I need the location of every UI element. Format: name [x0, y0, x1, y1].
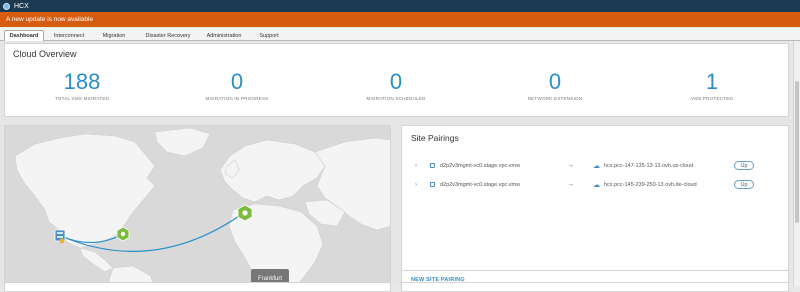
cloud-overview-title: Cloud Overview: [13, 49, 77, 59]
pairing-source: d2p2v3mgmt-vc0.stage.vpc.vmw: [440, 163, 521, 169]
tab-support[interactable]: Support: [253, 30, 285, 41]
arrow-right-icon: →: [567, 162, 574, 169]
world-map[interactable]: [5, 126, 391, 291]
tab-label: Disaster Recovery: [145, 32, 191, 39]
stat-label: TOTAL VMS MIGRATED: [54, 96, 110, 101]
stat-migration-in-progress[interactable]: 0 MIGRATION IN PROGRESS: [182, 69, 292, 102]
scrollbar-thumb[interactable]: [795, 81, 799, 223]
cloud-site-icon[interactable]: [116, 226, 130, 242]
tab-disaster-recovery[interactable]: Disaster Recovery: [138, 30, 198, 41]
site-pairings-card: Site Pairings › d2p2v3mgmt-vc0.stage.vpc…: [401, 125, 789, 271]
pairing-target: hcx.pcc-147-135-13-13.ovh.us-cloud: [604, 163, 694, 169]
chevron-right-icon[interactable]: ›: [415, 182, 417, 188]
bottom-card-right: [401, 282, 789, 292]
tab-migration[interactable]: Migration: [96, 30, 132, 41]
vcenter-icon: [430, 182, 435, 187]
tab-label: Interconnect: [53, 32, 85, 39]
stat-value: 1: [705, 69, 719, 94]
app-title: HCX: [14, 2, 29, 10]
stat-total-vms-migrated[interactable]: 188 TOTAL VMS MIGRATED: [27, 69, 137, 102]
dashboard-page: Cloud Overview 188 TOTAL VMS MIGRATED 0 …: [0, 41, 800, 291]
cloud-icon: ☁: [593, 182, 600, 189]
main-tab-bar: Dashboard Interconnect Migration Disaste…: [0, 28, 800, 41]
cloud-overview-card: Cloud Overview 188 TOTAL VMS MIGRATED 0 …: [4, 43, 789, 117]
page-scrollbar[interactable]: [793, 41, 800, 286]
hcx-logo-icon: [3, 2, 10, 10]
stat-value: 188: [63, 69, 101, 94]
tab-label: Support: [259, 32, 279, 39]
map-central-america: [79, 247, 114, 273]
site-pairings-title: Site Pairings: [411, 133, 459, 143]
status-badge: Up: [734, 180, 754, 189]
stat-network-extension[interactable]: 0 NETWORK EXTENSION: [500, 69, 610, 102]
tab-administration[interactable]: Administration: [201, 30, 247, 41]
cloud-site-icon[interactable]: [237, 204, 253, 222]
update-banner-text: A new update is now available: [6, 16, 94, 23]
app-title-bar: HCX: [0, 0, 800, 12]
stat-label: VMS PROTECTED: [690, 96, 734, 101]
arrow-right-icon: →: [567, 181, 574, 188]
site-pairing-row[interactable]: › d2p2v3mgmt-vc0.stage.vpc.vmw → ☁ hcx.p…: [402, 160, 790, 174]
stat-value: 0: [230, 69, 244, 94]
stat-value: 0: [548, 69, 562, 94]
stat-label: NETWORK EXTENSION: [527, 96, 583, 101]
tab-label: Dashboard: [9, 33, 39, 39]
stat-value: 0: [389, 69, 403, 94]
stat-label: MIGRATION SCHEDULED: [366, 96, 426, 101]
tab-label: Administration: [206, 32, 242, 39]
pairing-source: d2p2v3mgmt-vc0.stage.vpc.vmw: [440, 182, 521, 188]
status-badge: Up: [734, 161, 754, 170]
tab-interconnect[interactable]: Interconnect: [48, 30, 90, 41]
stat-migration-scheduled[interactable]: 0 MIGRATION SCHEDULED: [341, 69, 451, 102]
stat-vms-protected[interactable]: 1 VMS PROTECTED: [657, 69, 767, 102]
bottom-card-left: [4, 282, 391, 292]
datacenter-icon[interactable]: [54, 229, 66, 244]
cloud-icon: ☁: [593, 163, 600, 170]
tab-label: Migration: [102, 32, 126, 39]
stat-label: MIGRATION IN PROGRESS: [205, 96, 269, 101]
vcenter-icon: [430, 163, 435, 168]
pairing-target: hcx.pcc-145-239-250-13.ovh.de-cloud: [604, 182, 697, 188]
map-greenland: [154, 127, 211, 157]
tab-dashboard[interactable]: Dashboard: [4, 30, 44, 41]
world-map-card[interactable]: Frankfurt: [4, 125, 391, 291]
update-banner[interactable]: A new update is now available: [0, 12, 800, 27]
chevron-right-icon[interactable]: ›: [415, 163, 417, 169]
site-pairing-row[interactable]: › d2p2v3mgmt-vc0.stage.vpc.vmw → ☁ hcx.p…: [402, 179, 790, 193]
map-north-america: [14, 133, 156, 249]
